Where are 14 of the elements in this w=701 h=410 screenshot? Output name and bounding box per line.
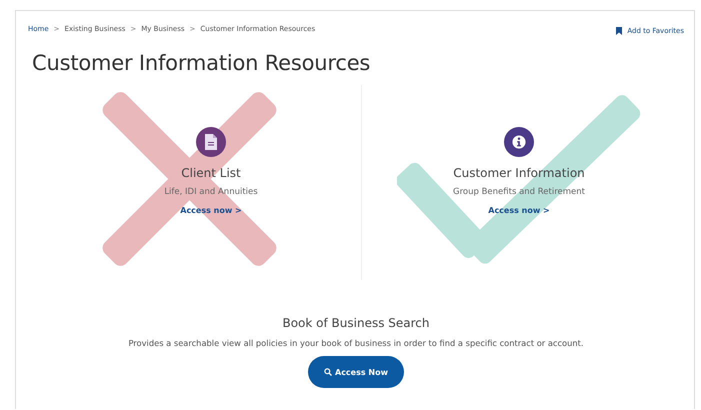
card-title: Client List	[181, 166, 241, 180]
info-icon	[512, 134, 526, 150]
search-icon	[324, 368, 332, 376]
card-subtitle: Life, IDI and Annuities	[164, 187, 258, 197]
bookmark-icon	[616, 27, 622, 35]
page-title: Customer Information Resources	[32, 51, 372, 75]
card-title: Customer Information	[453, 166, 585, 180]
access-now-link[interactable]: Access now >	[180, 206, 242, 215]
card-subtitle: Group Benefits and Retirement	[453, 187, 585, 197]
document-icon	[204, 134, 218, 150]
access-now-link[interactable]: Access now >	[488, 206, 550, 215]
access-now-button[interactable]: Access Now	[308, 356, 404, 388]
section-description: Provides a searchable view all policies in your book of business in order to find a specific contract or account.	[128, 338, 584, 348]
section-title: Book of Business Search	[282, 316, 430, 330]
